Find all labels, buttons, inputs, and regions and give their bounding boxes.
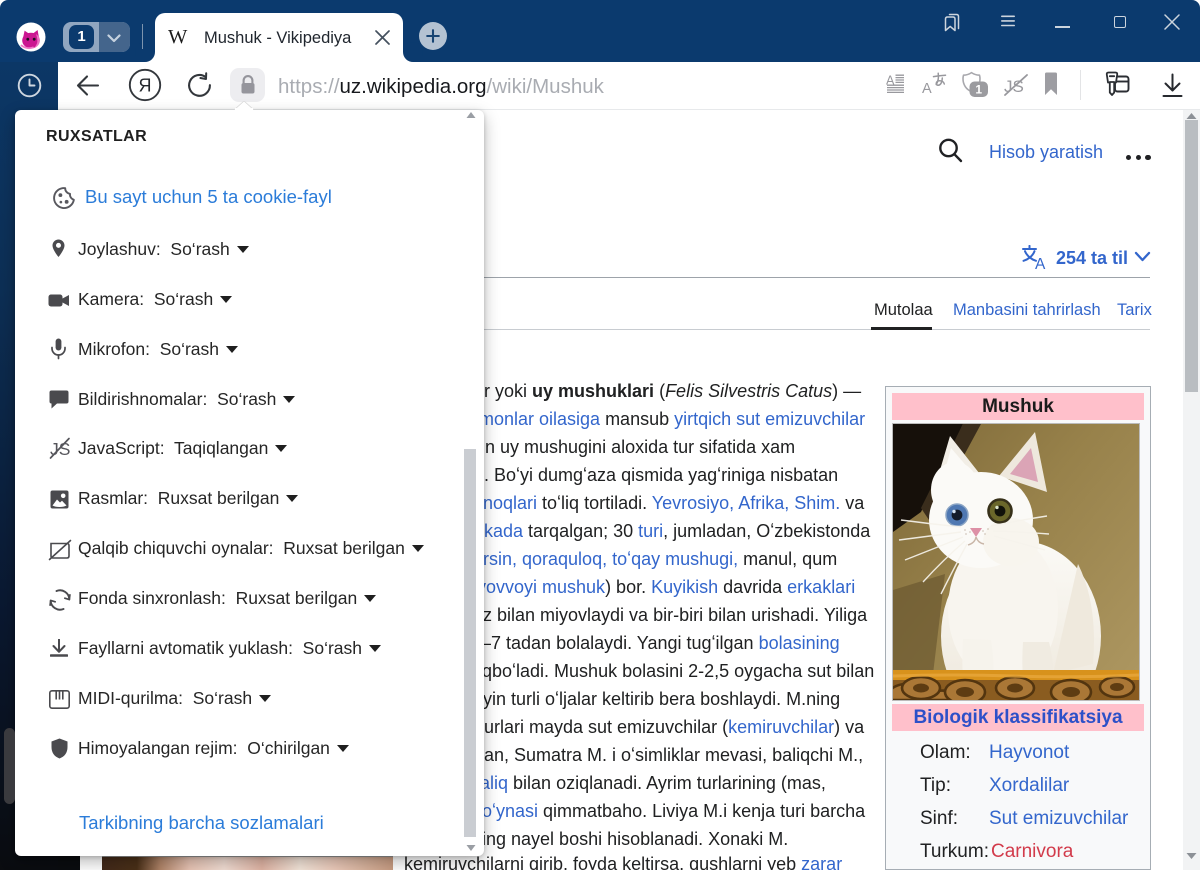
svg-text:1: 1 xyxy=(975,83,982,97)
svg-text:A: A xyxy=(922,81,932,96)
svg-text:A: A xyxy=(1035,256,1046,269)
svg-text:Я: Я xyxy=(139,76,152,96)
